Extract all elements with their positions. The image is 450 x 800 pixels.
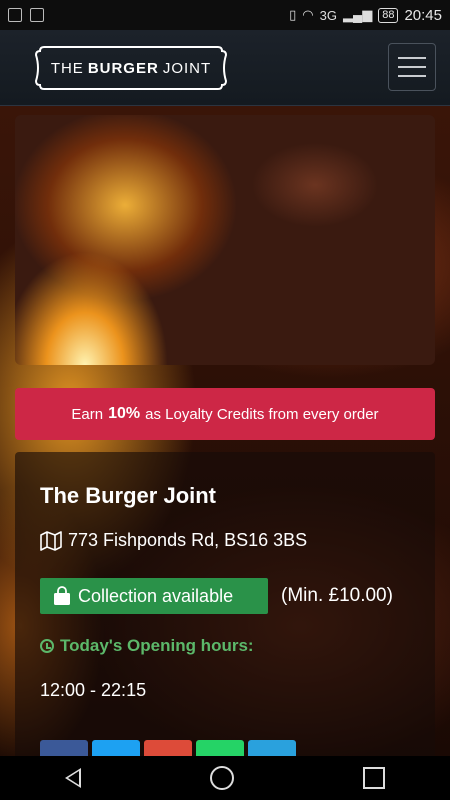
- loyalty-suffix: as Loyalty Credits from every order: [145, 405, 379, 423]
- battery-icon: 88: [378, 7, 399, 23]
- image-notification-icon: [30, 8, 44, 22]
- signal-icon: ▂▄▆: [342, 7, 373, 22]
- restaurant-name: The Burger Joint: [40, 483, 217, 508]
- app-header: THE BURGER JOINT: [0, 30, 450, 106]
- menu-bar-icon: [398, 57, 426, 59]
- brand-logo[interactable]: THE BURGER JOINT: [32, 43, 230, 93]
- hours-title-text: Today's Opening hours:: [60, 636, 254, 655]
- logo-text: THE BURGER JOINT: [32, 43, 230, 93]
- recent-apps-icon[interactable]: [363, 767, 386, 789]
- map-icon: [40, 530, 62, 551]
- logo-prefix: THE: [50, 59, 84, 77]
- loyalty-percent: 10%: [108, 405, 141, 422]
- opening-hours: 12:00 - 22:15: [40, 680, 147, 700]
- loyalty-prefix: Earn: [71, 405, 104, 423]
- menu-bar-icon: [398, 66, 426, 68]
- status-bar: ▯ ◠ 3G ▂▄▆ 88 20:45: [0, 0, 450, 30]
- network-type: 3G: [319, 7, 337, 23]
- logo-bold: BURGER: [87, 59, 159, 77]
- opening-hours-heading: Today's Opening hours:: [40, 636, 254, 656]
- logo-suffix: JOINT: [162, 59, 212, 77]
- hero-image: [15, 115, 435, 365]
- android-nav-bar: [0, 756, 450, 800]
- home-icon[interactable]: [209, 766, 234, 790]
- restaurant-address[interactable]: 773 Fishponds Rd, BS16 3BS: [40, 530, 307, 551]
- notification-icon: [8, 8, 22, 22]
- back-icon[interactable]: [64, 768, 81, 788]
- vibrate-icon: ▯: [289, 7, 297, 22]
- menu-bar-icon: [398, 75, 426, 77]
- wifi-icon: ◠: [302, 7, 314, 22]
- collection-available-button[interactable]: Collection available: [40, 578, 268, 614]
- collection-label: Collection available: [78, 585, 234, 606]
- loyalty-banner: Earn 10% as Loyalty Credits from every o…: [15, 388, 435, 440]
- address-text: 773 Fishponds Rd, BS16 3BS: [68, 530, 308, 550]
- clock-time: 20:45: [404, 6, 442, 24]
- hamburger-menu-button[interactable]: [388, 43, 436, 91]
- clock-icon: [40, 639, 54, 653]
- shopping-bag-icon: [54, 586, 70, 605]
- minimum-order: (Min. £10.00): [281, 585, 393, 606]
